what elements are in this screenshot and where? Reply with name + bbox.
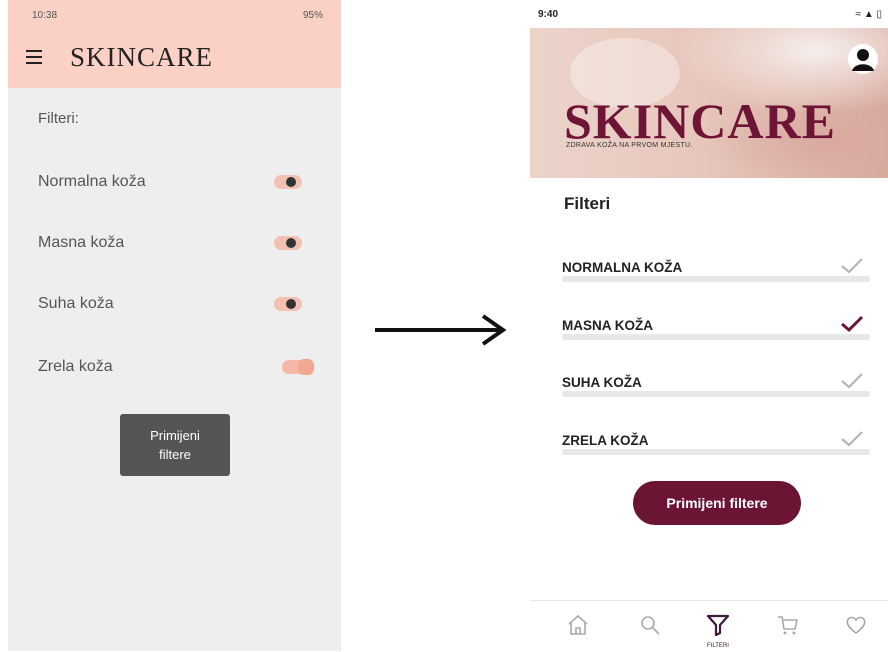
- checkmark-icon: [841, 258, 863, 274]
- filter-option-oily[interactable]: MASNA KOŽA: [562, 312, 870, 346]
- nav-home[interactable]: [558, 609, 598, 649]
- toggle-switch[interactable]: [274, 175, 302, 189]
- nav-filters[interactable]: FILTERI: [698, 609, 738, 649]
- nav-search[interactable]: [630, 609, 670, 649]
- status-bar: 10:38 95%: [8, 0, 341, 28]
- filter-label: Normalna koža: [38, 173, 146, 190]
- filter-label: Masna koža: [38, 234, 125, 251]
- filter-row-dry: Suha koža: [8, 290, 341, 320]
- apply-filters-button[interactable]: Primijeni filtere: [120, 414, 230, 476]
- filter-row-mature: Zrela koža: [8, 353, 341, 383]
- status-time: 10:38: [32, 10, 58, 21]
- divider: [562, 334, 870, 340]
- filters-label: Filteri:: [38, 110, 79, 127]
- arrow-right-icon: [375, 314, 507, 346]
- profile-icon[interactable]: [848, 44, 878, 74]
- nav-favorites[interactable]: [836, 609, 876, 649]
- filter-label: ZRELA KOŽA: [562, 433, 649, 448]
- toggle-switch[interactable]: [274, 236, 302, 250]
- filter-option-dry[interactable]: SUHA KOŽA: [562, 369, 870, 403]
- brand-logo: SKINCARE: [564, 93, 836, 149]
- filter-option-mature[interactable]: ZRELA KOŽA: [562, 427, 870, 461]
- divider: [562, 276, 870, 282]
- filter-label: Zrela koža: [38, 358, 113, 375]
- home-icon: [568, 614, 588, 635]
- filter-label: MASNA KOŽA: [562, 318, 653, 333]
- checkmark-icon: [841, 431, 863, 447]
- app-title: SKINCARE: [70, 42, 214, 72]
- apply-label-line2: filtere: [159, 447, 191, 462]
- right-screen: 9:40 ≈ ▲ ▯ SKINCARE ZDRAVA KOŽA NA PRVOM…: [530, 0, 888, 651]
- status-time: 9:40: [538, 9, 559, 20]
- signal-icon: ≈ ▲ ▯: [855, 9, 882, 20]
- divider: [562, 449, 870, 455]
- toggle-switch[interactable]: [282, 359, 314, 375]
- filter-label: Suha koža: [38, 295, 114, 312]
- apply-label-line1: Primijeni: [150, 428, 200, 443]
- filter-row-oily: Masna koža: [8, 229, 341, 259]
- divider: [562, 391, 870, 397]
- toggle-switch[interactable]: [274, 297, 302, 311]
- app-bar: SKINCARE: [8, 28, 341, 88]
- filter-label: SUHA KOŽA: [562, 375, 642, 390]
- checkmark-icon: [841, 315, 864, 333]
- hamburger-icon[interactable]: [26, 50, 42, 64]
- status-bar: 9:40 ≈ ▲ ▯: [530, 0, 888, 28]
- bottom-nav: FILTERI: [530, 600, 888, 652]
- tagline: ZDRAVA KOŽA NA PRVOM MJESTU.: [566, 142, 693, 149]
- filter-option-normal[interactable]: NORMALNA KOŽA: [562, 254, 870, 288]
- cart-icon: [778, 616, 798, 635]
- filter-label: NORMALNA KOŽA: [562, 260, 683, 275]
- filter-icon: [706, 614, 730, 637]
- search-icon: [641, 616, 660, 635]
- status-battery: 95%: [302, 10, 323, 21]
- apply-filters-button[interactable]: Primijeni filtere: [633, 481, 801, 525]
- checkmark-icon: [841, 373, 863, 389]
- filters-title: Filteri: [564, 194, 611, 213]
- left-screen: 10:38 95% SKINCARE Filteri: Normalna kož…: [8, 0, 341, 651]
- filter-row-normal: Normalna koža: [8, 168, 341, 198]
- nav-filters-label: FILTERI: [707, 643, 729, 649]
- nav-cart[interactable]: [768, 609, 808, 649]
- heart-icon: [846, 616, 866, 635]
